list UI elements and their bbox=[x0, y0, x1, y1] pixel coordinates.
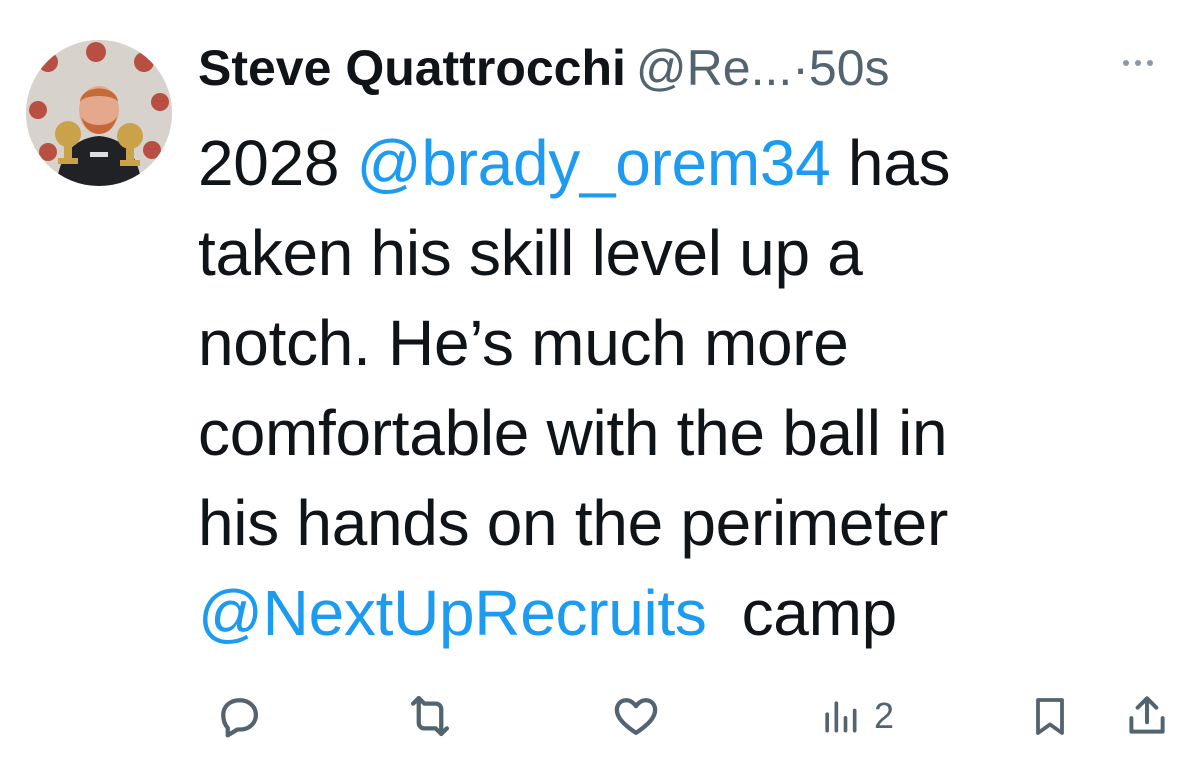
views-count: 2 bbox=[874, 695, 895, 736]
tweet-text-line: taken his skill level up a bbox=[198, 208, 1158, 298]
timestamp[interactable]: 50s bbox=[809, 40, 890, 96]
tweet-text-segment: camp bbox=[706, 577, 898, 649]
tweet-text-line: comfortable with the ball in bbox=[198, 388, 1158, 478]
share-icon bbox=[1129, 696, 1165, 734]
reply-icon bbox=[221, 698, 259, 738]
avatar-photo bbox=[26, 40, 172, 186]
views-button[interactable]: 2 bbox=[818, 688, 894, 744]
tweet-text-line: notch. He’s much more bbox=[198, 298, 1158, 388]
bookmark-button[interactable] bbox=[1026, 688, 1074, 744]
tweet-text-segment: comfortable with the ball in bbox=[198, 397, 948, 469]
separator-dot: · bbox=[792, 40, 809, 96]
mention-link[interactable]: @NextUpRecruits bbox=[198, 577, 707, 649]
tweet[interactable]: Steve Quattrocchi @Re...·50s 2028 @brady_… bbox=[0, 0, 1186, 757]
retweet-icon bbox=[410, 695, 450, 737]
more-dot bbox=[1147, 60, 1153, 66]
bookmark-icon bbox=[1036, 698, 1064, 735]
more-dot bbox=[1135, 60, 1141, 66]
tweet-text-line: his hands on the perimeter bbox=[198, 478, 1158, 568]
author-handle[interactable]: @Re... bbox=[636, 40, 792, 96]
like-button[interactable] bbox=[608, 688, 664, 744]
retweet-button[interactable] bbox=[402, 688, 458, 744]
tweet-text-segment: his hands on the perimeter bbox=[198, 487, 948, 559]
heart-icon bbox=[614, 698, 658, 736]
views-icon bbox=[825, 701, 857, 733]
action-bar: 2 bbox=[196, 688, 1176, 748]
tweet-text-segment: has bbox=[830, 127, 951, 199]
avatar[interactable] bbox=[26, 40, 172, 186]
mention-link[interactable]: @brady_orem34 bbox=[357, 127, 831, 199]
tweet-text-segment: notch. He’s much more bbox=[198, 307, 849, 379]
tweet-text-line: 2028 @brady_orem34 has bbox=[198, 118, 1158, 208]
more-dot bbox=[1123, 60, 1129, 66]
tweet-text: 2028 @brady_orem34 has taken his skill le… bbox=[198, 118, 1158, 658]
tweet-text-segment: taken his skill level up a bbox=[198, 217, 863, 289]
tweet-text-segment: 2028 bbox=[198, 127, 357, 199]
share-button[interactable] bbox=[1122, 688, 1172, 744]
more-options-button[interactable] bbox=[1108, 48, 1168, 78]
author-display-name[interactable]: Steve Quattrocchi bbox=[198, 40, 626, 96]
tweet-header: Steve Quattrocchi @Re...·50s bbox=[198, 36, 1158, 100]
tweet-text-line: @NextUpRecruits camp bbox=[198, 568, 1158, 658]
reply-button[interactable] bbox=[212, 688, 266, 744]
